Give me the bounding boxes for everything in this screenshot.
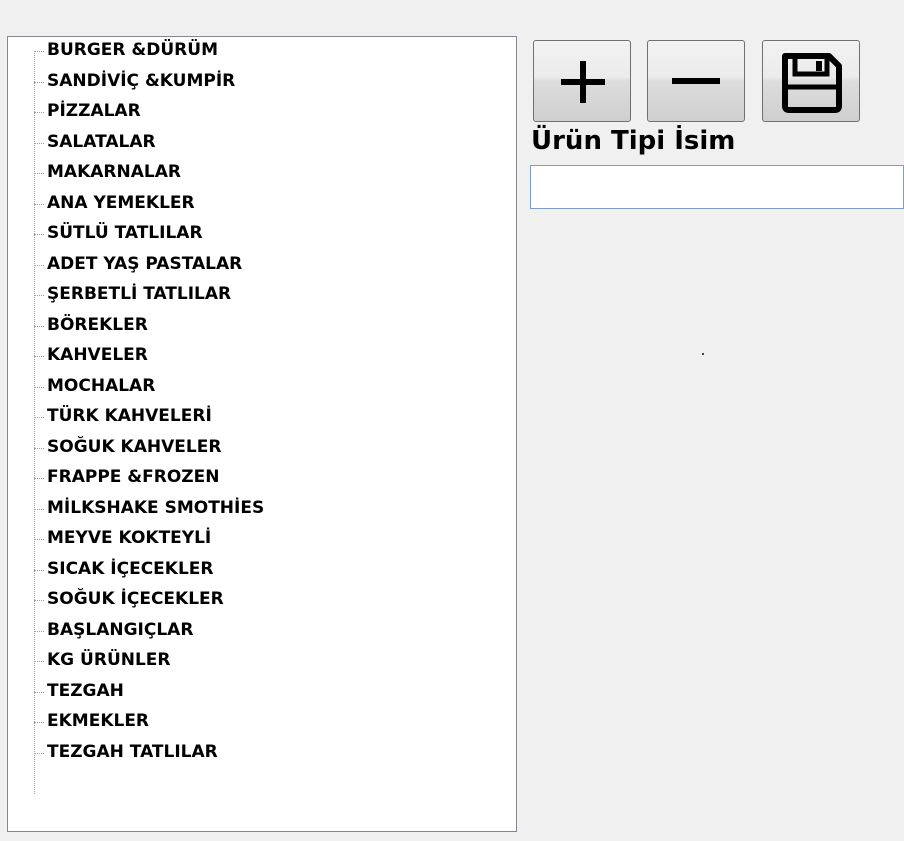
tree-connector (34, 325, 44, 327)
tree-connector (34, 752, 44, 754)
tree-item-label[interactable]: PİZZALAR (47, 101, 141, 121)
tree-item[interactable]: BURGER &DÜRÜM (8, 37, 408, 68)
tree-item[interactable]: MİLKSHAKE SMOTHİES (8, 495, 408, 526)
tree-item[interactable]: SOĞUK KAHVELER (8, 434, 408, 465)
tree-item[interactable]: KG ÜRÜNLER (8, 647, 408, 678)
save-button[interactable] (762, 40, 860, 122)
tree-item[interactable]: MEYVE KOKTEYLİ (8, 525, 408, 556)
tree-item[interactable]: MAKARNALAR (8, 159, 408, 190)
tree-connector (34, 234, 44, 235)
tree-item[interactable]: BÖREKLER (8, 312, 408, 343)
tree-connector (34, 51, 44, 52)
tree-item-label[interactable]: ŞERBETLİ TATLILAR (47, 284, 231, 304)
tree-item-label[interactable]: SÜTLÜ TATLILAR (47, 223, 203, 243)
tree-item-label[interactable]: SANDİVİÇ &KUMPİR (47, 71, 235, 91)
add-button[interactable] (533, 40, 631, 122)
stray-dot (702, 353, 704, 355)
tree-item-label[interactable]: BAŞLANGIÇLAR (47, 620, 193, 640)
tree-connector (34, 295, 44, 296)
tree-connector (34, 173, 44, 174)
remove-button[interactable] (647, 40, 745, 122)
tree-connector (34, 386, 44, 388)
tree-connector (34, 112, 44, 113)
tree-item-label[interactable]: MİLKSHAKE SMOTHİES (47, 498, 264, 518)
tree-item-label[interactable]: MOCHALAR (47, 376, 155, 396)
tree-item-label[interactable]: MEYVE KOKTEYLİ (47, 528, 211, 548)
floppy-disk-icon (782, 53, 842, 113)
tree-connector (34, 630, 44, 632)
tree-item[interactable]: SALATALAR (8, 129, 408, 160)
tree-item-label[interactable]: SALATALAR (47, 132, 156, 152)
tree-item[interactable]: KAHVELER (8, 342, 408, 373)
tree-connector (34, 478, 44, 479)
tree-item[interactable]: PİZZALAR (8, 98, 408, 129)
tree-item[interactable]: ANA YEMEKLER (8, 190, 408, 221)
tree-item-label[interactable]: KG ÜRÜNLER (47, 650, 171, 670)
tree-item-label[interactable]: KAHVELER (47, 345, 148, 365)
tree-item[interactable]: EKMEKLER (8, 708, 408, 739)
tree-connector (34, 264, 44, 266)
tree-connector (34, 691, 44, 693)
tree-item-label[interactable]: SICAK İÇECEKLER (47, 559, 214, 579)
minus-icon (672, 78, 720, 84)
tree-connector (34, 722, 44, 723)
plus-icon (561, 61, 605, 103)
tree-item-label[interactable]: BURGER &DÜRÜM (47, 40, 218, 60)
tree-connector (34, 661, 44, 662)
tree-connector (34, 508, 44, 510)
tree-item[interactable]: ADET YAŞ PASTALAR (8, 251, 408, 282)
tree-connector (34, 356, 44, 357)
tree-item[interactable]: TÜRK KAHVELERİ (8, 403, 408, 434)
category-list: BURGER &DÜRÜM SANDİVİÇ &KUMPİR PİZZALAR … (8, 37, 408, 769)
tree-item[interactable]: FRAPPE &FROZEN (8, 464, 408, 495)
tree-connector (34, 569, 44, 571)
tree-item-label[interactable]: SOĞUK İÇECEKLER (47, 589, 224, 609)
tree-item-label[interactable]: TEZGAH (47, 681, 124, 701)
tree-item-label[interactable]: BÖREKLER (47, 315, 148, 335)
tree-connector (34, 203, 44, 205)
tree-item[interactable]: TEZGAH (8, 678, 408, 709)
tree-item-label[interactable]: SOĞUK KAHVELER (47, 437, 221, 457)
tree-item[interactable]: BAŞLANGIÇLAR (8, 617, 408, 648)
tree-item-label[interactable]: FRAPPE &FROZEN (47, 467, 219, 487)
tree-connector (34, 447, 44, 449)
tree-item[interactable]: SOĞUK İÇECEKLER (8, 586, 408, 617)
tree-item-label[interactable]: EKMEKLER (47, 711, 149, 731)
tree-item[interactable]: SÜTLÜ TATLILAR (8, 220, 408, 251)
product-type-name-label: Ürün Tipi İsim (531, 126, 736, 156)
tree-item[interactable]: SICAK İÇECEKLER (8, 556, 408, 587)
tree-item[interactable]: TEZGAH TATLILAR (8, 739, 408, 770)
tree-connector (34, 81, 44, 83)
product-type-name-input[interactable] (530, 165, 904, 209)
tree-connector (34, 142, 44, 144)
tree-item-label[interactable]: TÜRK KAHVELERİ (47, 406, 212, 426)
tree-item-label[interactable]: MAKARNALAR (47, 162, 181, 182)
tree-item[interactable]: SANDİVİÇ &KUMPİR (8, 68, 408, 99)
tree-item-label[interactable]: ADET YAŞ PASTALAR (47, 254, 242, 274)
tree-item[interactable]: ŞERBETLİ TATLILAR (8, 281, 408, 312)
tree-item-label[interactable]: TEZGAH TATLILAR (47, 742, 218, 762)
tree-connector (34, 600, 44, 601)
tree-item[interactable]: MOCHALAR (8, 373, 408, 404)
tree-connector (34, 539, 44, 540)
tree-connector (34, 417, 44, 418)
tree-item-label[interactable]: ANA YEMEKLER (47, 193, 195, 213)
category-tree[interactable]: BURGER &DÜRÜM SANDİVİÇ &KUMPİR PİZZALAR … (7, 36, 517, 832)
